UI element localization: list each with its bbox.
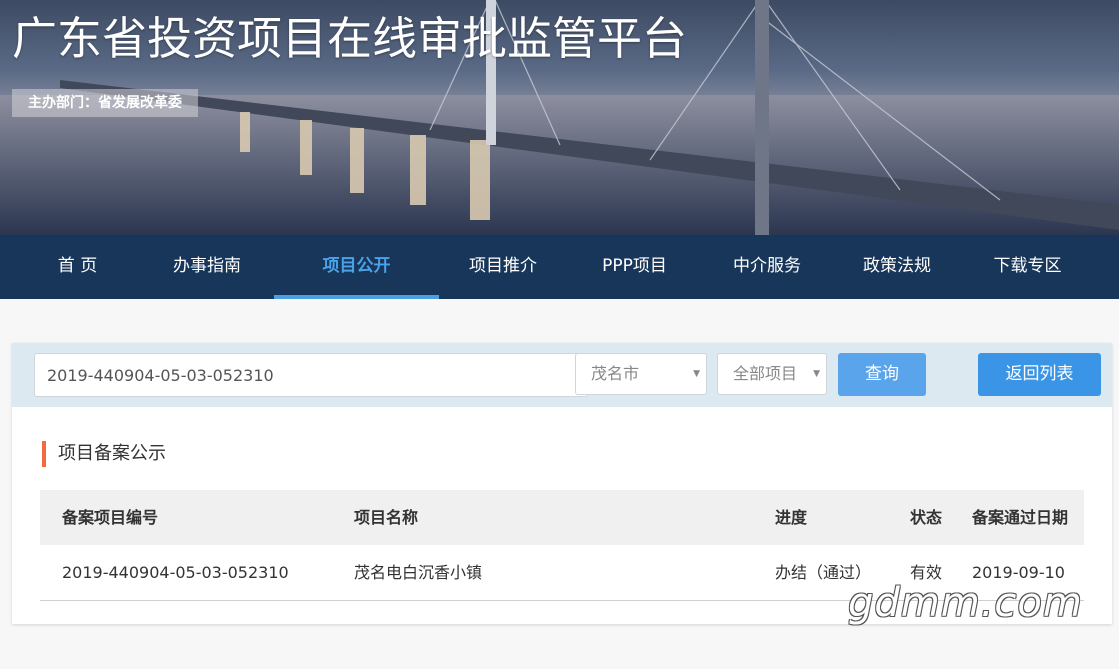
- column-header-progress: 进度: [775, 508, 808, 527]
- column-header-status: 状态: [910, 508, 943, 527]
- search-bar: 茂名市 ▼ 全部项目 ▼ 查询 返回列表: [12, 343, 1112, 407]
- query-button[interactable]: 查询: [838, 353, 926, 396]
- column-header-record-number: 备案项目编号: [62, 508, 159, 527]
- hero-banner: 广东省投资项目在线审批监管平台 主办部门：省发展改革委: [0, 0, 1119, 235]
- table-header: 备案项目编号 项目名称 进度 状态 备案通过日期: [40, 490, 1084, 545]
- city-select-value: 茂名市: [591, 364, 640, 383]
- back-to-list-button[interactable]: 返回列表: [978, 353, 1101, 396]
- nav-item-ppp[interactable]: PPP项目: [567, 235, 702, 299]
- main-nav: 首 页 办事指南 项目公开 项目推介 PPP项目 中介服务 政策法规 下载专区: [0, 235, 1119, 299]
- nav-item-project-promotion[interactable]: 项目推介: [439, 235, 567, 299]
- nav-item-guide[interactable]: 办事指南: [155, 235, 259, 299]
- nav-item-policy[interactable]: 政策法规: [832, 235, 962, 299]
- nav-item-home[interactable]: 首 页: [0, 235, 155, 299]
- project-type-select-value: 全部项目: [733, 364, 798, 383]
- sponsor-label: 主办部门：省发展改革委: [12, 89, 198, 117]
- dropdown-arrow-icon: ▼: [693, 369, 700, 379]
- record-number-cell: 2019-440904-05-03-052310: [62, 563, 289, 582]
- nav-item-project-public[interactable]: 项目公开: [274, 235, 439, 299]
- section-title: 项目备案公示: [42, 441, 166, 467]
- nav-item-downloads[interactable]: 下载专区: [962, 235, 1093, 299]
- carousel-indicator: [546, 225, 580, 235]
- nav-item-agency-service[interactable]: 中介服务: [702, 235, 832, 299]
- site-title: 广东省投资项目在线审批监管平台: [12, 12, 688, 65]
- dropdown-arrow-icon: ▼: [813, 369, 820, 379]
- project-type-select[interactable]: 全部项目 ▼: [717, 353, 827, 395]
- city-select[interactable]: 茂名市 ▼: [575, 353, 707, 395]
- search-input[interactable]: [34, 353, 588, 397]
- column-header-approval-date: 备案通过日期: [972, 508, 1069, 527]
- watermark: gdmm.com: [848, 580, 1083, 626]
- project-name-cell[interactable]: 茂名电白沉香小镇: [354, 545, 482, 601]
- column-header-project-name: 项目名称: [354, 508, 419, 527]
